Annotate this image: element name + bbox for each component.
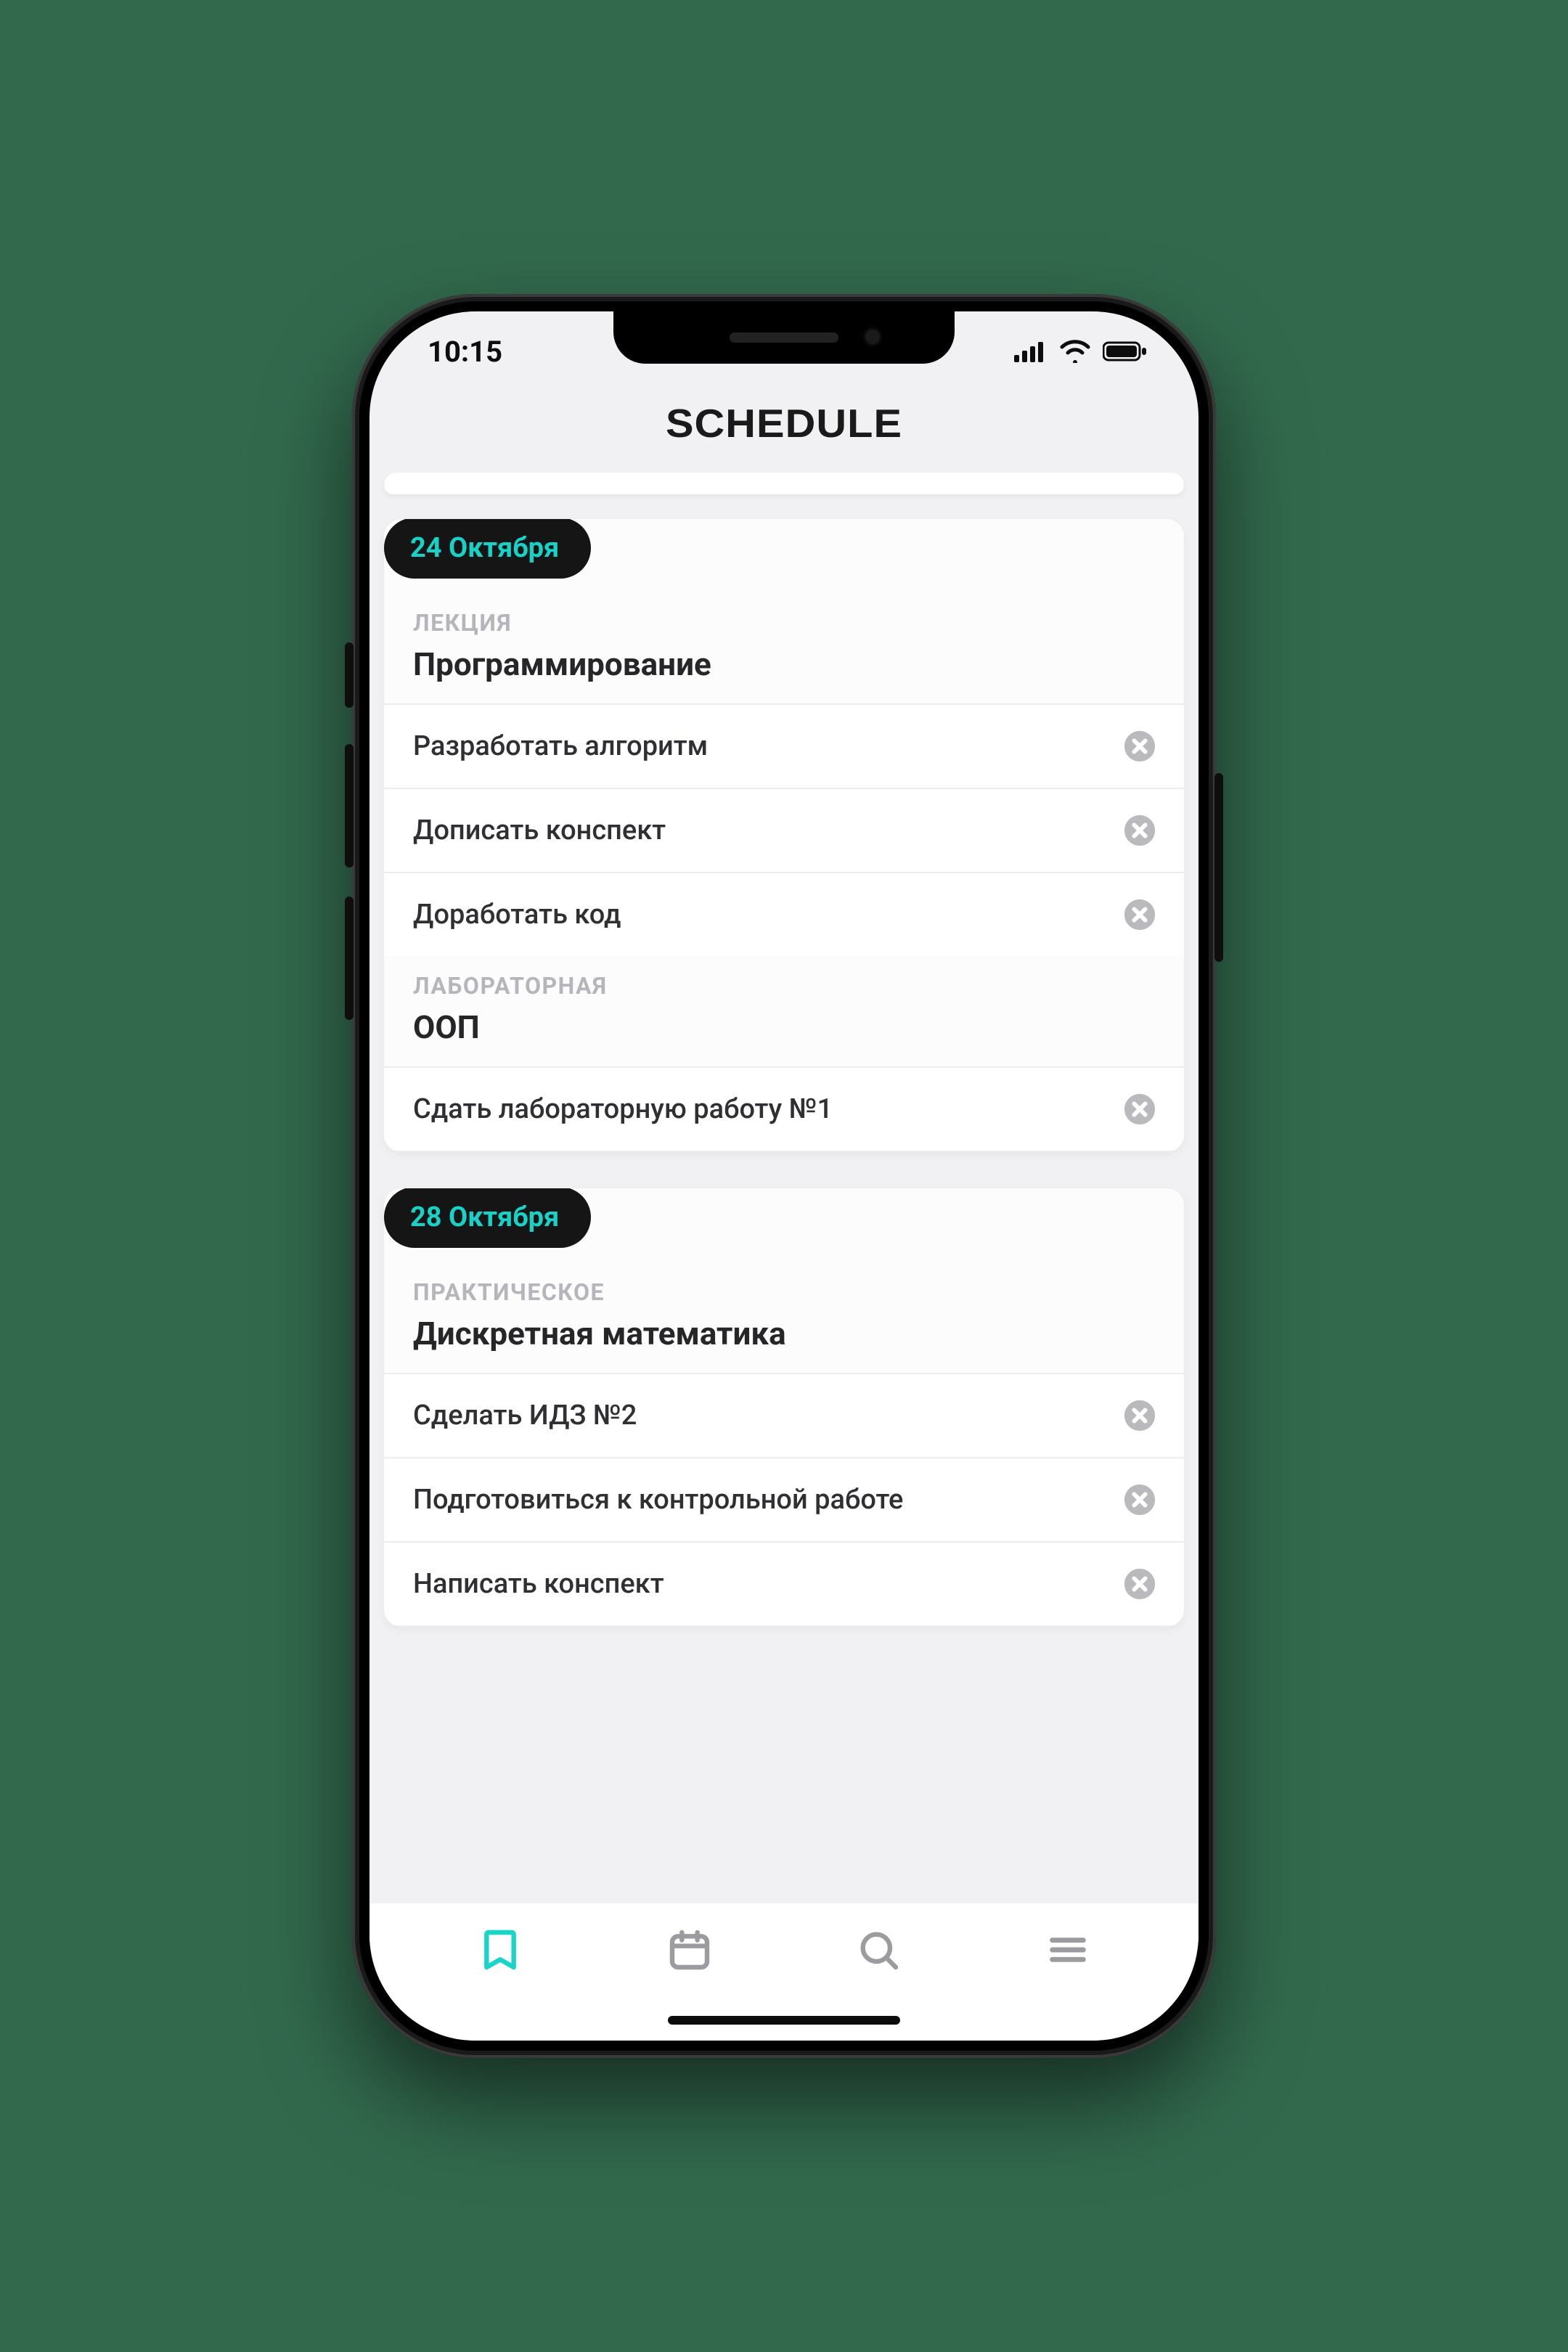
task-row[interactable]: Сделать ИДЗ №2 — [384, 1373, 1184, 1457]
page-title: SCHEDULE — [369, 400, 1199, 446]
tab-bookmarks[interactable] — [477, 1927, 523, 1973]
class-type: ЛАБОРАТОРНАЯ — [413, 972, 1155, 1000]
tab-menu[interactable] — [1045, 1927, 1091, 1973]
home-indicator[interactable] — [668, 2016, 900, 2025]
task-label: Написать конспект — [413, 1568, 664, 1600]
battery-icon — [1103, 340, 1148, 362]
task-label: Разработать алгоритм — [413, 730, 708, 762]
delete-task-button[interactable] — [1123, 730, 1156, 763]
date-label: 28 Октября — [410, 1201, 559, 1233]
phone-volume-down — [345, 897, 354, 1020]
screen: 10:15 — [369, 311, 1199, 2041]
day-card: 28 Октября ПРАКТИЧЕСКОЕ Дискретная матем… — [384, 1188, 1184, 1627]
delete-task-button[interactable] — [1123, 898, 1156, 931]
status-time: 10:15 — [428, 335, 502, 369]
day-card: 24 Октября ЛЕКЦИЯ Программирование Разра… — [384, 519, 1184, 1152]
class-title: Программирование — [413, 645, 1155, 683]
tab-bar — [369, 1903, 1199, 2041]
class-type: ПРАКТИЧЕСКОЕ — [413, 1278, 1155, 1306]
class-header[interactable]: ЛЕКЦИЯ Программирование — [384, 593, 1184, 703]
task-row[interactable]: Сдать лабораторную работу №1 — [384, 1066, 1184, 1152]
phone-side-button — [345, 642, 354, 708]
delete-task-button[interactable] — [1123, 1483, 1156, 1516]
app-header: SCHEDULE — [369, 391, 1199, 473]
tab-search[interactable] — [855, 1927, 902, 1973]
delete-task-button[interactable] — [1123, 1093, 1156, 1126]
task-label: Дописать конспект — [413, 814, 666, 846]
task-row[interactable]: Дописать конспект — [384, 788, 1184, 872]
delete-task-button[interactable] — [1123, 1567, 1156, 1601]
delete-task-button[interactable] — [1123, 1399, 1156, 1432]
front-camera — [863, 327, 882, 346]
task-label: Сдать лабораторную работу №1 — [413, 1093, 833, 1125]
task-row[interactable]: Подготовиться к контрольной работе — [384, 1457, 1184, 1541]
phone-frame: 10:15 — [352, 294, 1216, 2058]
task-label: Подготовиться к контрольной работе — [413, 1484, 903, 1516]
task-row[interactable]: Доработать код — [384, 872, 1184, 956]
task-row[interactable]: Разработать алгоритм — [384, 703, 1184, 788]
previous-card-edge — [384, 473, 1184, 494]
schedule-list[interactable]: 24 Октября ЛЕКЦИЯ Программирование Разра… — [369, 473, 1199, 1903]
task-label: Доработать код — [413, 899, 621, 931]
task-row[interactable]: Написать конспект — [384, 1541, 1184, 1627]
class-type: ЛЕКЦИЯ — [413, 609, 1155, 637]
task-label: Сделать ИДЗ №2 — [413, 1400, 637, 1432]
class-title: ООП — [413, 1008, 1155, 1046]
speaker-grille — [730, 332, 838, 343]
delete-task-button[interactable] — [1123, 814, 1156, 847]
phone-volume-up — [345, 744, 354, 867]
cellular-icon — [1014, 340, 1048, 362]
date-pill[interactable]: 24 Октября — [384, 519, 591, 579]
date-label: 24 Октября — [410, 532, 559, 564]
wifi-icon — [1059, 340, 1091, 363]
class-header[interactable]: ПРАКТИЧЕСКОЕ Дискретная математика — [384, 1262, 1184, 1373]
phone-power-button — [1214, 773, 1223, 962]
tab-calendar[interactable] — [666, 1927, 713, 1973]
notch — [613, 311, 955, 364]
class-header[interactable]: ЛАБОРАТОРНАЯ ООП — [384, 956, 1184, 1066]
date-pill[interactable]: 28 Октября — [384, 1188, 591, 1248]
class-title: Дискретная математика — [413, 1315, 1155, 1352]
